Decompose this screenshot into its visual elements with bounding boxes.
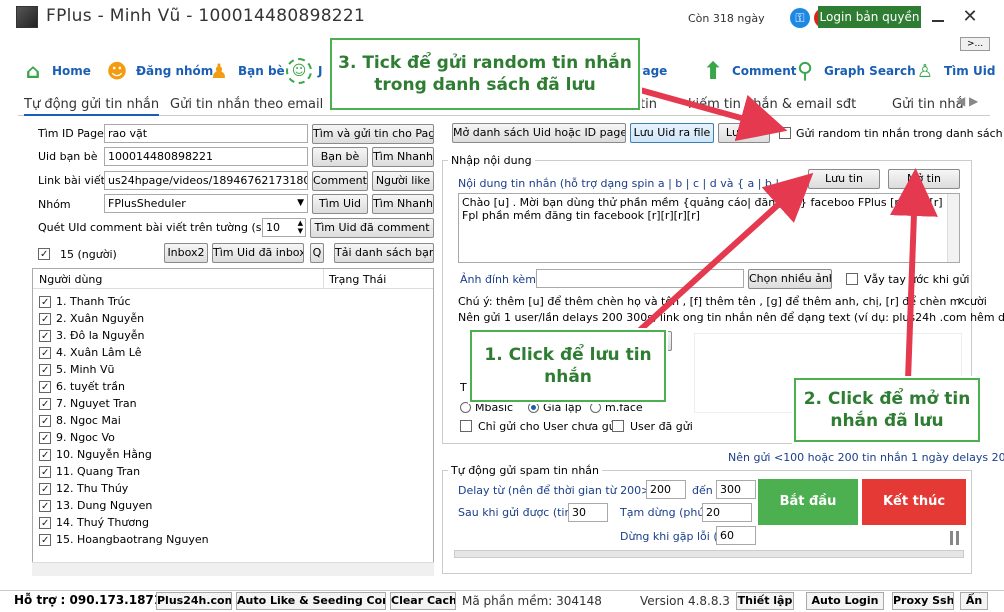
callout-3: 3. Tick để gửi random tin nhắn trong dan… [330,38,640,110]
settings-button[interactable]: Thiết lập [736,592,794,610]
version: Version 4.8.8.3 [640,594,730,608]
arrow-to-open-message [889,168,938,381]
plus24h-button[interactable]: Plus24h.com [156,592,232,610]
callout-1: 1. Click để lưu tin nhắn [470,330,666,402]
auto-like-button[interactable]: Auto Like & Seeding Com... [236,592,386,610]
callout-2: 2. Click để mở tin nhắn đã lưu [794,378,980,442]
clear-cache-button[interactable]: Clear Cache [390,592,456,610]
arrow-to-save-message [637,172,814,333]
auto-login-button[interactable]: Auto Login [806,592,884,610]
arrow-to-random-checkbox [639,87,788,142]
hide-button[interactable]: Ẩn [960,592,988,610]
support-phone: Hỗ trợ : 090.173.1871 [14,593,163,607]
proxy-ssh-button[interactable]: Proxy Ssh [892,592,954,610]
software-code: Mã phần mềm: 304148 [462,594,602,608]
